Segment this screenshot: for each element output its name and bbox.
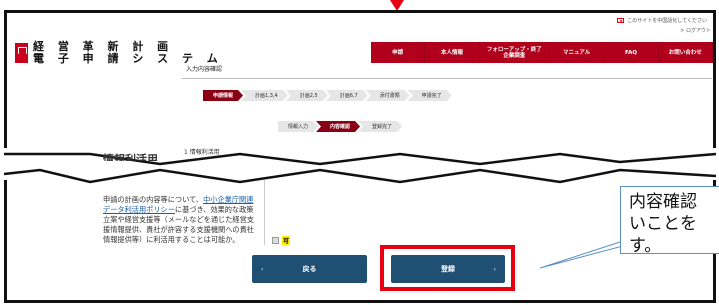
nav-followup[interactable]: フォローアップ・終了 企業調査 (480, 42, 550, 63)
nav-apply[interactable]: 申請 (371, 42, 426, 63)
page-top-frame: このサイトを中国語化してください > ログアウト 経 営 革 新 計 画 電 子… (4, 10, 716, 154)
site-logo[interactable]: 経 営 革 新 計 画 電 子 申 請 シ ス テ ム (15, 41, 223, 65)
substep-confirm: 内容確認 (316, 121, 360, 132)
step-complete: 申請完了 (408, 90, 452, 101)
agree-label: 可 (282, 236, 291, 245)
step-attachments: 添付書類 (366, 90, 410, 101)
nav-contact[interactable]: お問い合わせ (659, 42, 713, 63)
substep-done: 登録完了 (358, 121, 402, 132)
logo-mark-icon (15, 43, 28, 63)
logout-link[interactable]: > ログアウト (680, 27, 711, 34)
step-application: 申請情報 (203, 90, 243, 101)
nav-manual[interactable]: マニュアル (550, 42, 605, 63)
column-divider (264, 180, 265, 245)
flag-icon (617, 18, 625, 23)
chevron-left-icon: ‹ (261, 265, 264, 273)
step-plan-67: 計画6,7 (326, 90, 368, 101)
title-divider (182, 78, 712, 79)
back-button[interactable]: ‹ 戻る (252, 255, 367, 283)
callout-box: 内容確認 いことを す。 (620, 186, 719, 256)
step-plan-25: 計画2,5 (286, 90, 328, 101)
page-title: 入力内容確認 (186, 66, 223, 73)
agree-option[interactable]: 可 (272, 236, 291, 245)
step-plan-134: 計画1,3,4 (241, 90, 288, 101)
callout-text: 内容確認 いことを す。 (629, 192, 697, 256)
main-nav: 申請 本人情報 フォローアップ・終了 企業調査 マニュアル FAQ お問い合わせ (371, 42, 713, 63)
agree-checkbox[interactable] (272, 237, 279, 244)
progress-steps: 申請情報 計画1,3,4 計画2,5 計画6,7 添付書類 申請完了 (203, 90, 450, 101)
translate-link[interactable]: このサイトを中国語化してください (617, 17, 707, 24)
nav-profile[interactable]: 本人情報 (425, 42, 480, 63)
substep-input: 情報入力 (278, 121, 318, 132)
nav-faq[interactable]: FAQ (604, 42, 659, 63)
policy-text: 申請の計画の内容等について、中小企業庁関連データ利活用ポリシーに基づき、効果的な… (103, 195, 254, 244)
highlight-frame (380, 245, 515, 291)
section-label: 情報利活用 (103, 153, 158, 161)
section-label-secondary: 1 情報利活用 (184, 149, 220, 156)
sub-steps: 情報入力 内容確認 登録完了 (278, 121, 400, 132)
